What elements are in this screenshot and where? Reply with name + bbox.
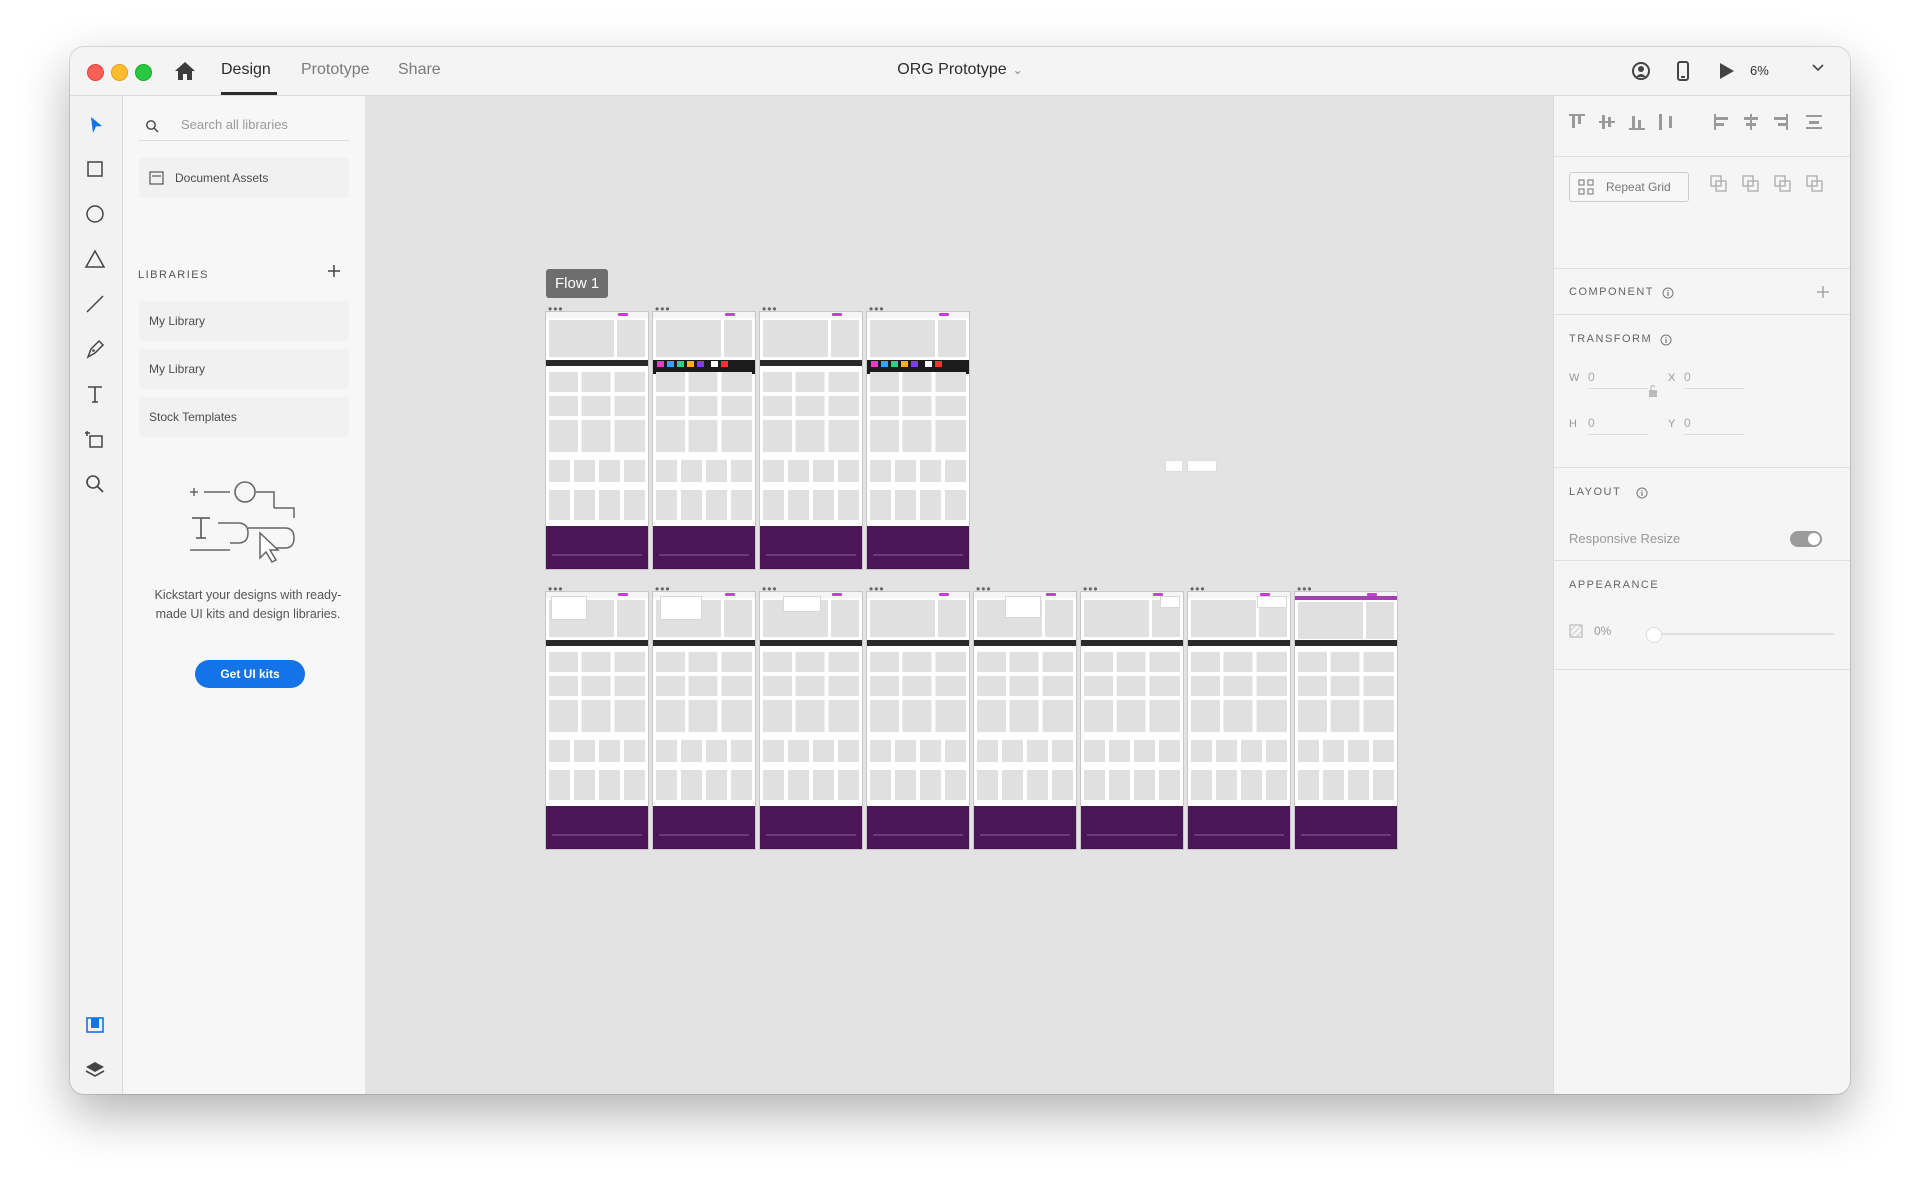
tool-bar bbox=[70, 96, 123, 1094]
kickstart-text: Kickstart your designs with ready-made U… bbox=[154, 588, 342, 621]
component-heading: COMPONENT bbox=[1569, 286, 1654, 298]
artboard[interactable] bbox=[545, 591, 649, 850]
zoom-level[interactable]: 6% bbox=[1750, 63, 1769, 78]
transform-heading: TRANSFORM bbox=[1569, 333, 1653, 345]
zoom-tool-icon[interactable] bbox=[82, 471, 108, 497]
library-item[interactable]: My Library bbox=[139, 301, 349, 341]
x-field[interactable]: 0 bbox=[1684, 370, 1744, 389]
zoom-chevron-down-icon[interactable] bbox=[1810, 59, 1826, 75]
vertical-align-icons[interactable] bbox=[1569, 112, 1681, 132]
opacity-value[interactable]: 0% bbox=[1594, 624, 1611, 638]
repeat-grid-section: Repeat Grid bbox=[1554, 156, 1850, 269]
rectangle-tool-icon[interactable] bbox=[82, 156, 108, 182]
canvas[interactable]: Flow 1 ••• ••• ••• ••• ••• ••• ••• ••• •… bbox=[366, 96, 1554, 1094]
property-inspector: Repeat Grid COMPONENT TRANSFORM W 0 X 0 … bbox=[1553, 96, 1850, 1094]
play-icon[interactable] bbox=[1715, 60, 1737, 82]
artboard[interactable] bbox=[652, 311, 756, 570]
library-item-label: My Library bbox=[149, 362, 206, 376]
ellipse-tool-icon[interactable] bbox=[82, 201, 108, 227]
layers-icon[interactable] bbox=[82, 1057, 108, 1083]
select-tool-icon[interactable] bbox=[82, 112, 108, 138]
ui-kits-illustration-icon bbox=[190, 481, 295, 563]
document-title-text: ORG Prototype bbox=[897, 61, 1007, 78]
responsive-resize-toggle[interactable] bbox=[1790, 531, 1822, 547]
document-icon bbox=[149, 171, 164, 185]
floating-component[interactable] bbox=[1165, 460, 1183, 472]
align-section bbox=[1554, 96, 1850, 157]
transform-section: TRANSFORM W 0 X 0 H 0 Y 0 bbox=[1554, 314, 1850, 468]
repeat-grid-icon bbox=[1578, 179, 1594, 195]
info-icon[interactable] bbox=[1662, 287, 1674, 299]
opacity-slider-track[interactable] bbox=[1654, 633, 1834, 635]
artboard[interactable] bbox=[1080, 591, 1184, 850]
text-tool-icon[interactable] bbox=[82, 381, 108, 407]
artboard[interactable] bbox=[759, 591, 863, 850]
component-section: COMPONENT bbox=[1554, 268, 1850, 315]
artboard[interactable] bbox=[866, 311, 970, 570]
add-component-icon[interactable] bbox=[1816, 285, 1830, 299]
polygon-tool-icon[interactable] bbox=[82, 246, 108, 272]
x-label: X bbox=[1668, 372, 1676, 384]
search-icon bbox=[146, 120, 159, 133]
info-icon[interactable] bbox=[1636, 487, 1648, 499]
horizontal-align-icons[interactable] bbox=[1714, 112, 1836, 132]
active-tab-indicator bbox=[221, 92, 277, 95]
device-preview-icon[interactable] bbox=[1672, 60, 1694, 82]
app-window: Design Prototype Share ORG Prototype ⌄ 6% bbox=[70, 47, 1850, 1094]
document-assets-item[interactable]: Document Assets bbox=[139, 158, 349, 198]
flow-label[interactable]: Flow 1 bbox=[546, 269, 609, 298]
document-title[interactable]: ORG Prototype ⌄ bbox=[70, 61, 1850, 79]
line-tool-icon[interactable] bbox=[82, 291, 108, 317]
artboard[interactable] bbox=[1187, 591, 1291, 850]
document-assets-label: Document Assets bbox=[175, 171, 269, 185]
opacity-icon bbox=[1569, 624, 1583, 638]
artboard-tool-icon[interactable] bbox=[82, 426, 108, 452]
get-ui-kits-button[interactable]: Get UI kits bbox=[195, 660, 305, 688]
appearance-heading: APPEARANCE bbox=[1569, 579, 1660, 591]
width-label: W bbox=[1569, 372, 1580, 384]
artboard[interactable] bbox=[652, 591, 756, 850]
search-input[interactable] bbox=[179, 116, 343, 133]
add-library-icon[interactable] bbox=[325, 262, 343, 280]
layout-heading: LAYOUT bbox=[1569, 486, 1622, 498]
floating-component[interactable] bbox=[1187, 460, 1217, 472]
artboard[interactable] bbox=[973, 591, 1077, 850]
libraries-panel: Document Assets LIBRARIES My Library My … bbox=[123, 96, 366, 1094]
titlebar: Design Prototype Share ORG Prototype ⌄ 6% bbox=[70, 47, 1850, 96]
height-field[interactable]: 0 bbox=[1588, 416, 1648, 435]
library-item[interactable]: My Library bbox=[139, 349, 349, 389]
responsive-resize-label: Responsive Resize bbox=[1569, 531, 1681, 546]
artboard[interactable] bbox=[1294, 591, 1398, 850]
artboard[interactable] bbox=[545, 311, 649, 570]
height-label: H bbox=[1569, 418, 1577, 430]
chevron-down-icon: ⌄ bbox=[1012, 63, 1023, 77]
assets-panel-icon[interactable] bbox=[82, 1012, 108, 1038]
width-field[interactable]: 0 bbox=[1588, 370, 1648, 389]
library-search bbox=[139, 114, 349, 141]
y-label: Y bbox=[1668, 418, 1676, 430]
library-item[interactable]: Stock Templates bbox=[139, 397, 349, 437]
artboard[interactable] bbox=[759, 311, 863, 570]
repeat-grid-button[interactable]: Repeat Grid bbox=[1569, 172, 1689, 202]
lock-aspect-icon[interactable] bbox=[1648, 384, 1658, 398]
y-field[interactable]: 0 bbox=[1684, 416, 1744, 435]
repeat-grid-label: Repeat Grid bbox=[1606, 180, 1671, 194]
artboard[interactable] bbox=[866, 591, 970, 850]
libraries-heading: LIBRARIES bbox=[138, 269, 209, 281]
appearance-section: APPEARANCE 0% bbox=[1554, 560, 1850, 670]
library-item-label: My Library bbox=[149, 314, 206, 328]
library-item-label: Stock Templates bbox=[149, 410, 237, 424]
opacity-slider-thumb[interactable] bbox=[1646, 627, 1662, 643]
share-user-icon[interactable] bbox=[1630, 60, 1652, 82]
pen-tool-icon[interactable] bbox=[82, 336, 108, 362]
boolean-ops-icons[interactable] bbox=[1709, 174, 1834, 196]
info-icon[interactable] bbox=[1660, 334, 1672, 346]
